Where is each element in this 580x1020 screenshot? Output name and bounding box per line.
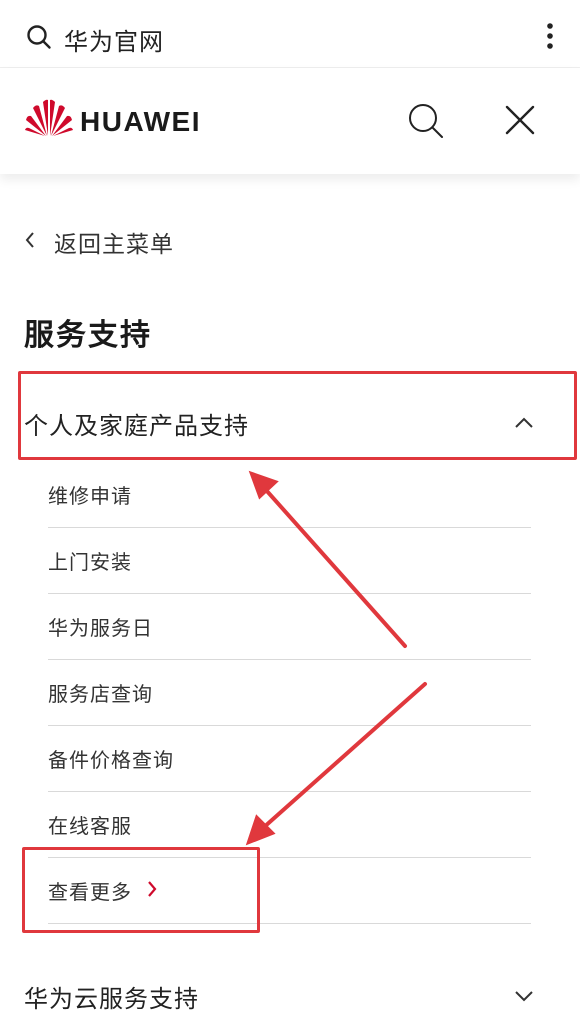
chevron-left-icon — [24, 231, 36, 253]
more-options-icon[interactable] — [546, 22, 554, 54]
back-link-label: 返回主菜单 — [54, 232, 174, 258]
browser-bar: 华为官网 — [0, 0, 580, 68]
page: 华为官网 HUAWEI 返回主菜单 服务支持 个人及家庭产品支持 维修申请 上门… — [0, 0, 580, 1020]
chevron-down-icon[interactable] — [514, 987, 534, 1006]
accordion-personal-home-support[interactable]: 个人及家庭产品支持 — [24, 396, 554, 450]
list-item-online-service[interactable]: 在线客服 — [48, 792, 531, 858]
header-search-icon[interactable] — [407, 102, 445, 144]
huawei-logo-icon[interactable] — [24, 98, 74, 142]
section-title: 服务支持 — [24, 318, 152, 353]
list-item-installation[interactable]: 上门安装 — [48, 528, 531, 594]
accordion-huawei-cloud-support[interactable]: 华为云服务支持 — [24, 972, 554, 1020]
support-sub-list: 维修申请 上门安装 华为服务日 服务店查询 备件价格查询 在线客服 查看更多 — [48, 462, 531, 924]
back-to-main-menu-link[interactable]: 返回主菜单 — [24, 222, 244, 262]
list-item-service-day[interactable]: 华为服务日 — [48, 594, 531, 660]
view-more-link[interactable]: 查看更多 — [48, 858, 531, 924]
close-icon[interactable] — [504, 104, 536, 140]
site-header: HUAWEI — [0, 68, 580, 174]
view-more-label: 查看更多 — [48, 880, 132, 904]
list-item-store-lookup[interactable]: 服务店查询 — [48, 660, 531, 726]
chevron-up-icon[interactable] — [514, 414, 534, 433]
list-item-parts-price[interactable]: 备件价格查询 — [48, 726, 531, 792]
chevron-right-icon — [146, 879, 158, 903]
search-icon[interactable] — [26, 24, 52, 54]
list-item-repair[interactable]: 维修申请 — [48, 462, 531, 528]
accordion-label: 华为云服务支持 — [24, 984, 199, 1013]
accordion-label: 个人及家庭产品支持 — [24, 411, 249, 440]
brand-name[interactable]: HUAWEI — [80, 106, 201, 138]
browser-title[interactable]: 华为官网 — [64, 22, 164, 57]
